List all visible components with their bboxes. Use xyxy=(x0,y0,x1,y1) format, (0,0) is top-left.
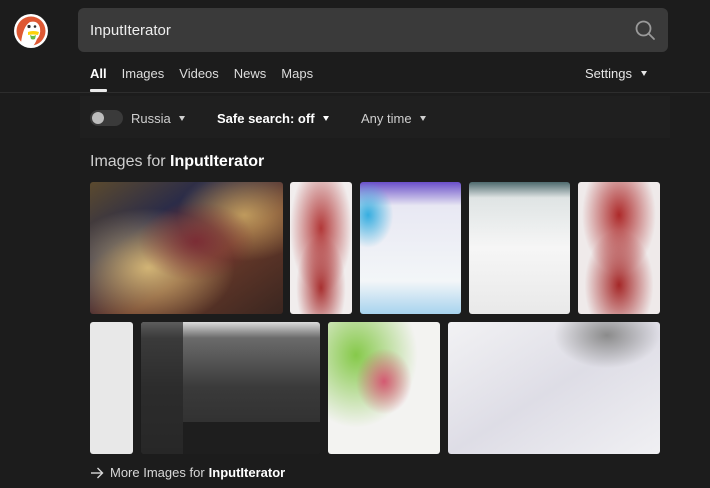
safe-search-dropdown[interactable]: Safe search: off xyxy=(217,111,329,126)
image-thumbnail[interactable] xyxy=(469,182,570,314)
caret-down-icon xyxy=(178,116,185,121)
image-thumbnail[interactable] xyxy=(360,182,461,314)
search-box xyxy=(78,8,668,52)
settings-label: Settings xyxy=(585,66,632,81)
more-images-prefix: More Images for xyxy=(110,465,205,480)
more-images-link[interactable]: More Images for InputIterator xyxy=(90,465,285,481)
toggle-knob xyxy=(92,112,104,124)
region-label: Russia xyxy=(131,111,171,126)
settings-dropdown[interactable]: Settings xyxy=(585,66,647,82)
caret-down-icon xyxy=(322,116,329,121)
image-thumbnail[interactable] xyxy=(448,322,660,454)
header: All Images Videos News Maps Settings xyxy=(0,0,710,93)
more-images-query: InputIterator xyxy=(208,465,286,480)
caret-down-icon xyxy=(640,71,647,76)
filter-bar: Russia Safe search: off Any time xyxy=(80,96,670,138)
image-thumbnail[interactable] xyxy=(328,322,440,454)
time-label: Any time xyxy=(361,111,412,126)
tab-videos[interactable]: Videos xyxy=(179,66,219,84)
region-toggle[interactable] xyxy=(90,110,123,126)
image-thumbnail[interactable] xyxy=(578,182,660,314)
duckduckgo-logo-icon[interactable] xyxy=(13,13,49,49)
tab-maps[interactable]: Maps xyxy=(281,66,313,84)
safe-search-label: Safe search: off xyxy=(217,111,315,126)
image-thumbnail[interactable] xyxy=(90,322,133,454)
image-thumbnail[interactable] xyxy=(90,182,283,314)
images-title-prefix: Images for xyxy=(90,153,166,170)
search-input[interactable] xyxy=(78,8,618,52)
arrow-right-icon xyxy=(91,467,104,479)
tab-images[interactable]: Images xyxy=(122,66,165,84)
images-section-title[interactable]: Images for InputIterator xyxy=(90,153,264,171)
caret-down-icon xyxy=(419,116,426,121)
tab-all[interactable]: All xyxy=(90,66,107,84)
tab-news[interactable]: News xyxy=(234,66,267,84)
region-dropdown[interactable]: Russia xyxy=(131,111,185,126)
time-dropdown[interactable]: Any time xyxy=(361,111,426,126)
image-thumbnail[interactable] xyxy=(290,182,352,314)
images-title-query: InputIterator xyxy=(170,153,265,170)
nav-tabs: All Images Videos News Maps xyxy=(90,66,328,84)
search-icon[interactable] xyxy=(632,17,658,43)
image-thumbnail[interactable] xyxy=(141,322,320,454)
active-tab-indicator xyxy=(90,89,107,92)
